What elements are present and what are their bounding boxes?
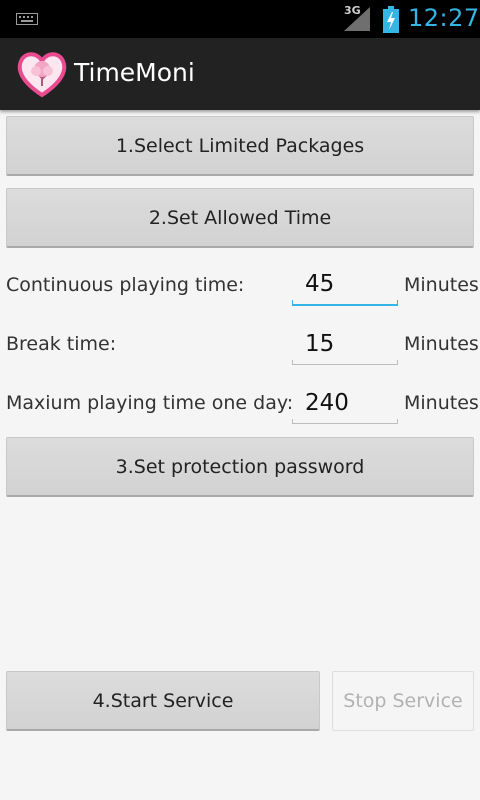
break-time-input[interactable]: 15	[292, 323, 398, 365]
continuous-time-input[interactable]: 45	[292, 264, 398, 306]
start-service-button[interactable]: 4.Start Service	[6, 671, 320, 731]
battery-charging-icon	[383, 6, 399, 33]
network-type-label: 3G	[344, 4, 361, 17]
continuous-time-unit: Minutes	[404, 274, 479, 296]
break-time-label: Break time:	[6, 333, 117, 355]
keyboard-icon	[16, 13, 38, 25]
action-bar: TimeMoni	[0, 38, 480, 110]
set-password-button[interactable]: 3.Set protection password	[6, 437, 474, 497]
max-daily-time-label: Maxium playing time one day:	[6, 392, 294, 414]
max-daily-time-unit: Minutes	[404, 392, 479, 414]
continuous-time-label: Continuous playing time:	[6, 274, 245, 296]
status-bar: 3G 12:27	[0, 0, 480, 38]
status-clock: 12:27	[408, 4, 480, 32]
select-packages-button[interactable]: 1.Select Limited Packages	[6, 116, 474, 176]
max-daily-time-input[interactable]: 240	[292, 382, 398, 424]
set-allowed-time-button[interactable]: 2.Set Allowed Time	[6, 188, 474, 248]
heart-tree-icon[interactable]	[16, 48, 68, 100]
app-title: TimeMoni	[74, 58, 195, 87]
stop-service-button[interactable]: Stop Service	[332, 671, 474, 731]
break-time-unit: Minutes	[404, 333, 479, 355]
